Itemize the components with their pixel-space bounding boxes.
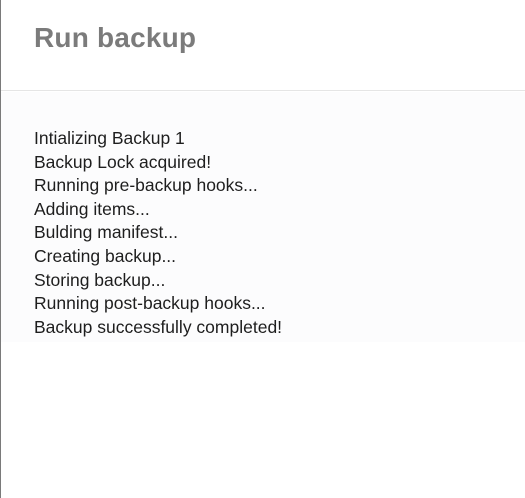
backup-log: Intializing Backup 1 Backup Lock acquire… [34,127,282,339]
log-line: Running pre-backup hooks... [34,175,258,196]
log-line: Storing backup... [34,269,166,290]
dialog-header: Run backup [1,0,525,91]
log-line: Adding items... [34,198,150,219]
log-line: Backup Lock acquired! [34,151,212,172]
log-line: Creating backup... [34,245,177,266]
run-backup-dialog: Run backup Intializing Backup 1 Backup L… [0,0,525,498]
dialog-title: Run backup [34,22,197,53]
log-line: Intializing Backup 1 [34,128,185,148]
log-line: Bulding manifest... [34,222,178,243]
log-line: Running post-backup hooks... [34,293,266,314]
log-line: Backup successfully completed! [34,316,283,337]
